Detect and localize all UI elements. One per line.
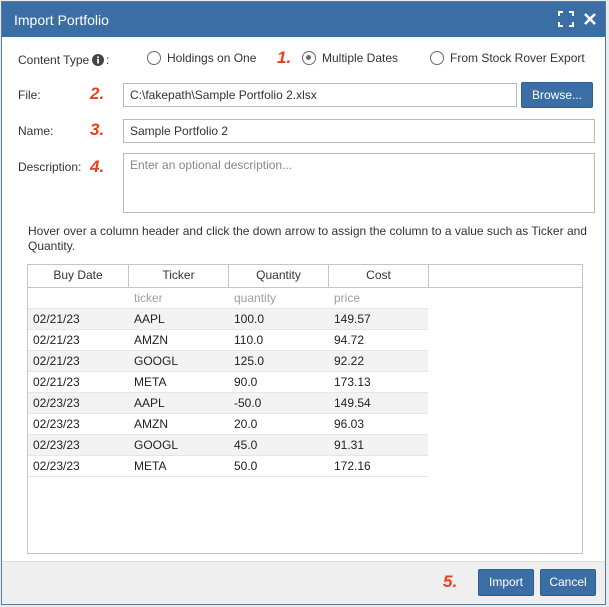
table-cell: AMZN <box>134 333 168 347</box>
step-marker-2: 2. <box>90 84 105 103</box>
table-row: 02/23/23 META 50.0 172.16 <box>28 456 428 477</box>
table-cell: 172.16 <box>334 459 371 473</box>
name-label: Name: <box>18 124 54 138</box>
info-icon[interactable] <box>92 54 104 66</box>
table-cell: -50.0 <box>234 396 262 410</box>
mapping-row: ticker quantity price <box>28 288 428 309</box>
step-marker-1: 1. <box>277 48 292 67</box>
import-button[interactable]: Import <box>478 569 534 596</box>
browse-button[interactable]: Browse... <box>521 82 593 108</box>
step-marker-4: 4. <box>90 157 105 176</box>
table-cell: 02/23/23 <box>33 459 80 473</box>
table-cell: 90.0 <box>234 375 258 389</box>
file-path-input[interactable] <box>123 83 517 107</box>
radio-label: Multiple Dates <box>322 51 399 65</box>
table-cell: 91.31 <box>334 438 365 452</box>
radio-multiple-dates[interactable]: Multiple Dates <box>302 51 398 65</box>
table-cell: 02/21/23 <box>33 312 80 326</box>
table-cell: 02/21/23 <box>33 354 80 368</box>
import-portfolio-dialog: Import Portfolio Content Type : Holdings… <box>1 1 606 605</box>
radio-button[interactable] <box>147 51 161 65</box>
radio-button-selected[interactable] <box>302 51 316 65</box>
description-textarea[interactable] <box>123 153 595 213</box>
radio-label: From Stock Rover Export <box>450 51 585 65</box>
content-type-colon: : <box>106 53 110 67</box>
table-row: 02/21/23 AMZN 110.0 94.72 <box>28 330 428 351</box>
table-cell: 02/21/23 <box>33 375 80 389</box>
table-cell: 110.0 <box>234 333 264 347</box>
description-label: Description: <box>18 160 82 174</box>
table-cell: 02/23/23 <box>33 396 80 410</box>
table-cell: GOOGL <box>134 438 179 452</box>
table-cell: AAPL <box>134 312 165 326</box>
table-row: 02/23/23 AAPL -50.0 149.54 <box>28 393 428 414</box>
table-cell: AAPL <box>134 396 165 410</box>
table-cell: 94.72 <box>334 333 365 347</box>
table-row: 02/21/23 META 90.0 173.13 <box>28 372 428 393</box>
dialog-title: Import Portfolio <box>14 12 109 28</box>
radio-label: Holdings on One <box>167 51 257 65</box>
table-cell: AMZN <box>134 417 168 431</box>
table-cell: 02/23/23 <box>33 438 80 452</box>
table-row: 02/21/23 AAPL 100.0 149.57 <box>28 309 428 330</box>
table-cell: GOOGL <box>134 354 179 368</box>
table-cell: 96.03 <box>334 417 365 431</box>
maximize-icon[interactable] <box>558 11 574 27</box>
column-mapping-hint: Hover over a column header and click the… <box>28 224 587 253</box>
table-row: 02/23/23 GOOGL 45.0 91.31 <box>28 435 428 456</box>
table-cell: 100.0 <box>234 312 265 326</box>
mapping-cell: ticker <box>134 291 163 305</box>
table-row: 02/21/23 GOOGL 125.0 92.22 <box>28 351 428 372</box>
step-marker-5: 5. <box>443 572 458 591</box>
mapping-cell: price <box>334 291 361 305</box>
table-cell: 50.0 <box>234 459 258 473</box>
mapping-cell: quantity <box>234 291 277 305</box>
table-cell: META <box>134 459 167 473</box>
table-cell: 20.0 <box>234 417 258 431</box>
grid-header: Buy Date Ticker Quantity Cost <box>28 265 582 288</box>
radio-button[interactable] <box>430 51 444 65</box>
dialog-titlebar: Import Portfolio <box>2 2 605 37</box>
radio-holdings-on-one[interactable]: Holdings on One <box>147 51 256 65</box>
preview-grid: Buy Date Ticker Quantity Cost ticker qua… <box>27 264 583 554</box>
table-cell: 92.22 <box>334 354 365 368</box>
column-header-quantity[interactable]: Quantity <box>229 265 329 287</box>
column-header-ticker[interactable]: Ticker <box>129 265 229 287</box>
table-cell: META <box>134 375 167 389</box>
table-cell: 173.13 <box>334 375 371 389</box>
column-header-cost[interactable]: Cost <box>329 265 429 287</box>
radio-stock-rover-export[interactable]: From Stock Rover Export <box>430 51 585 65</box>
table-cell: 149.57 <box>334 312 371 326</box>
step-marker-3: 3. <box>90 120 105 139</box>
table-cell: 02/21/23 <box>33 333 80 347</box>
table-cell: 149.54 <box>334 396 371 410</box>
close-icon[interactable] <box>582 11 598 27</box>
table-cell: 02/23/23 <box>33 417 80 431</box>
cancel-button[interactable]: Cancel <box>540 569 596 596</box>
column-header-buy-date[interactable]: Buy Date <box>28 265 129 287</box>
file-label: File: <box>18 88 41 102</box>
table-cell: 45.0 <box>234 438 258 452</box>
content-type-label: Content Type <box>18 53 90 67</box>
name-input[interactable] <box>123 119 595 143</box>
table-row: 02/23/23 AMZN 20.0 96.03 <box>28 414 428 435</box>
table-cell: 125.0 <box>234 354 265 368</box>
